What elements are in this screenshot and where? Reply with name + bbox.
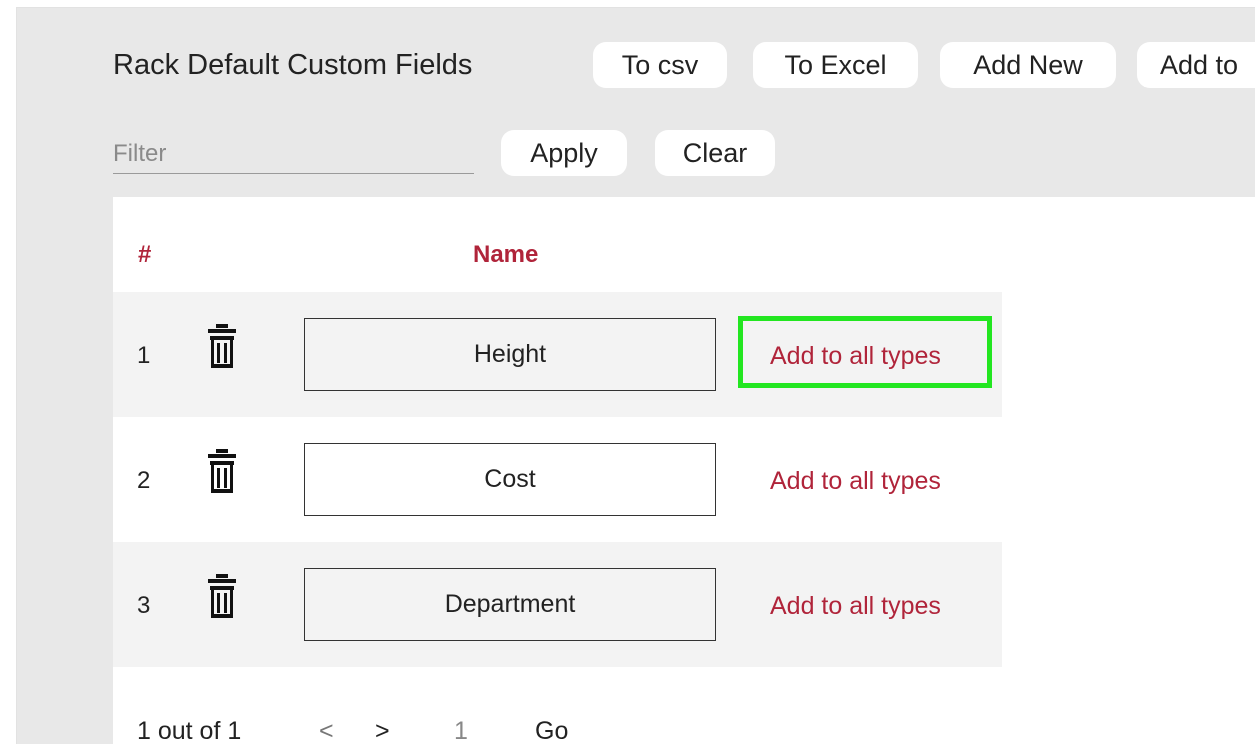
filter-input[interactable] [113,135,474,173]
to-csv-button[interactable]: To csv [593,42,727,88]
table-row: 1 Add to all types [113,292,1002,417]
go-button[interactable]: Go [535,717,568,744]
apply-button[interactable]: Apply [501,130,627,176]
trash-icon[interactable] [207,323,237,371]
clear-button[interactable]: Clear [655,130,775,176]
table-row: 2 Add to all types [113,417,1002,542]
add-to-all-types-link[interactable]: Add to all types [770,592,941,621]
row-number: 2 [137,467,151,494]
to-excel-button[interactable]: To Excel [753,42,918,88]
column-header-name: Name [473,241,539,268]
pagination-info: 1 out of 1 [137,717,242,744]
column-header-number: # [138,241,152,268]
add-to-all-types-link[interactable]: Add to all types [770,342,941,371]
trash-icon[interactable] [207,448,237,496]
row-number: 3 [137,592,151,619]
add-to-all-types-link[interactable]: Add to all types [770,467,941,496]
custom-fields-table: # Name 1 Add to all types 2 [113,197,1255,744]
name-field[interactable] [304,443,716,516]
name-field[interactable] [304,318,716,391]
add-new-button[interactable]: Add New [940,42,1116,88]
page-title: Rack Default Custom Fields [113,49,473,81]
previous-page-button[interactable]: < [319,717,334,744]
next-page-button[interactable]: > [375,717,390,744]
window-left-edge [0,7,17,744]
row-number: 1 [137,342,151,369]
filter-field [113,135,474,174]
add-to-button[interactable]: Add to [1137,42,1255,88]
window-top-edge [0,0,1255,8]
main-panel: Rack Default Custom Fields To csv To Exc… [17,8,1255,744]
page-number[interactable]: 1 [454,717,468,744]
name-field[interactable] [304,568,716,641]
table-row: 3 Add to all types [113,542,1002,667]
trash-icon[interactable] [207,573,237,621]
